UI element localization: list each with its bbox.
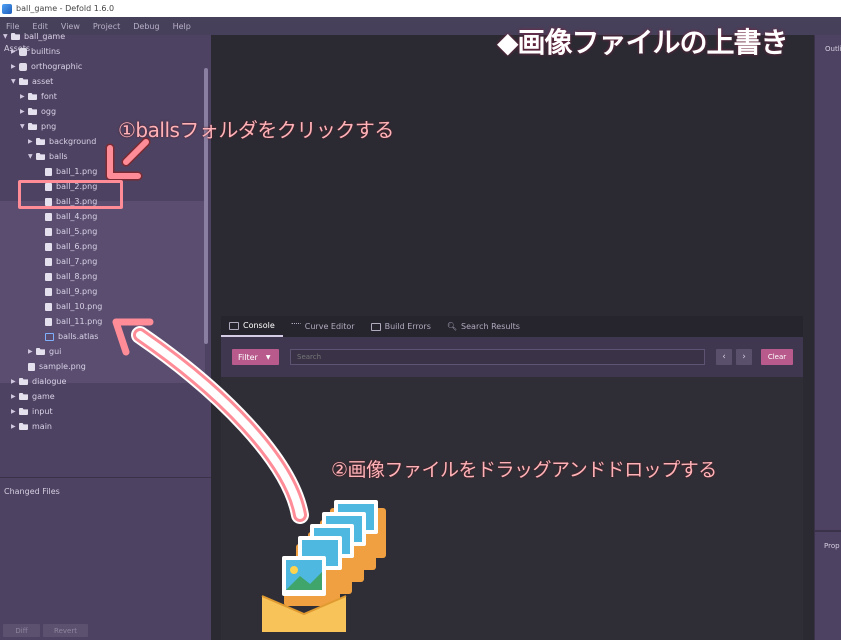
image-files-illustration-icon bbox=[261, 500, 386, 632]
annotation-overlay bbox=[105, 137, 386, 632]
arrow-to-balls-icon bbox=[105, 137, 151, 181]
annotation-title: ◆画像ファイルの上書き bbox=[497, 26, 789, 59]
annotation-step-2: ②画像ファイルをドラッグアンドドロップする bbox=[331, 459, 717, 481]
drag-arrow-icon bbox=[112, 318, 309, 524]
annotation-step-1: ①ballsフォルダをクリックする bbox=[118, 118, 394, 142]
balls-folder-highlight bbox=[18, 180, 123, 209]
